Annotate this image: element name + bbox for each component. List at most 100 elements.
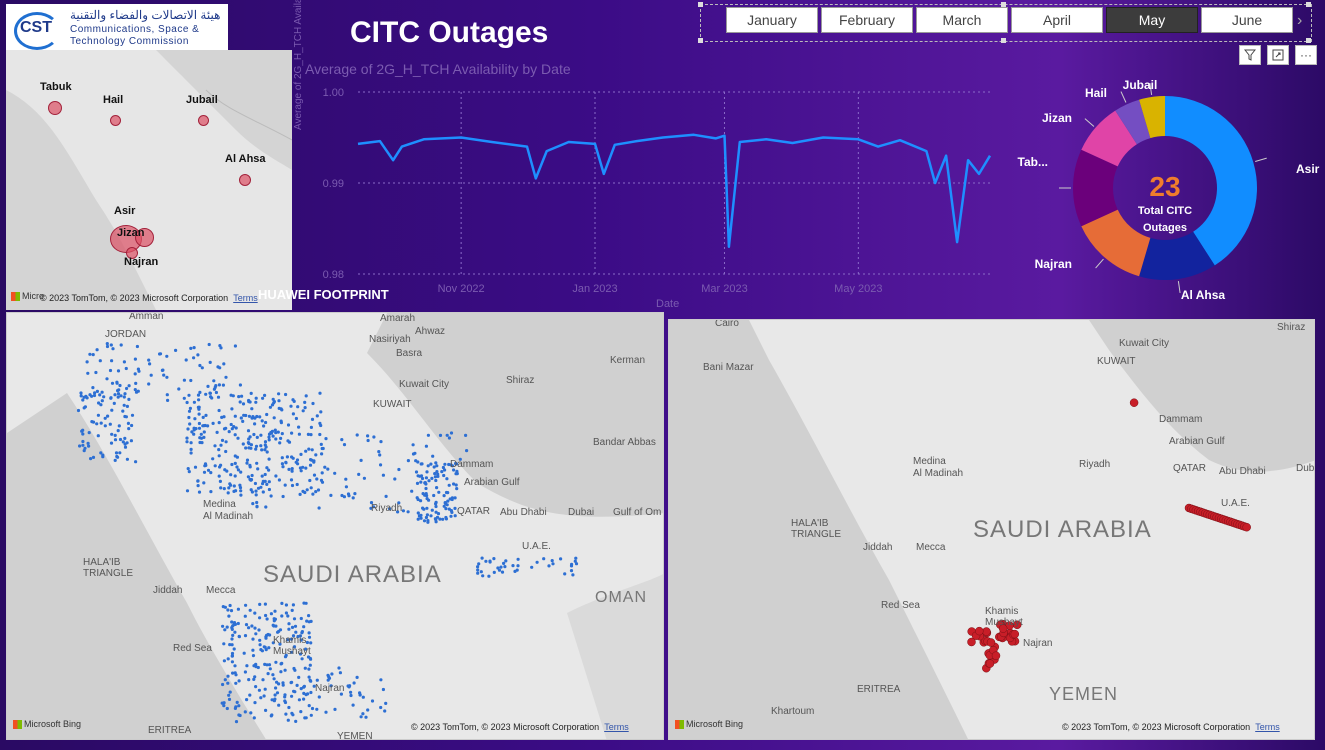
site-marker [79,394,83,398]
site-marker [250,473,254,478]
bubble-tabuk[interactable] [48,101,62,115]
site-marker [235,700,239,704]
site-marker [292,689,296,693]
site-marker [127,397,131,401]
site-marker [206,384,210,388]
site-marker [243,710,247,714]
site-marker [427,479,431,483]
site-marker [455,487,459,491]
month-february[interactable]: February [821,7,913,33]
site-marker [165,393,169,397]
outage-marker[interactable] [985,659,995,668]
site-marker [123,392,127,396]
outage-marker[interactable] [1242,522,1251,532]
site-marker [309,690,313,695]
site-marker [227,430,231,434]
terms-link[interactable]: Terms [1255,722,1280,732]
site-marker [484,559,488,563]
outage-marker[interactable] [1129,398,1139,407]
site-marker [279,421,283,425]
huawei-footprint-map[interactable]: SAUDI ARABIA Amman JORDAN Amarah Ahwaz N… [6,312,664,740]
site-marker [430,476,434,480]
site-marker [247,446,251,450]
site-marker [208,360,212,364]
bubble-al-ahsa[interactable] [239,174,251,186]
outages-donut-chart[interactable]: Asir Al Ahsa Najran Tab... Jizan Hail Jubail 23… [1010,72,1320,312]
terms-link[interactable]: Terms [233,293,258,303]
site-marker [253,611,257,615]
site-marker [225,706,229,711]
site-marker [182,378,186,382]
site-marker [207,342,211,347]
site-marker [188,406,192,410]
site-marker [116,455,120,459]
site-marker [211,457,215,461]
outage-marker[interactable] [975,626,984,636]
site-marker [245,458,250,462]
site-marker [379,705,383,710]
site-marker [214,390,218,395]
site-marker [209,471,213,475]
month-june[interactable]: June [1201,7,1293,33]
map-city-label: JORDAN [105,329,147,340]
site-marker [115,380,119,384]
site-marker [241,442,245,446]
site-marker [284,712,288,716]
month-january[interactable]: January [726,7,818,33]
outage-marker[interactable] [1010,629,1020,639]
filter-icon[interactable] [1239,45,1261,65]
outage-marker[interactable] [986,638,996,647]
site-marker [260,649,264,653]
site-marker [307,704,311,708]
site-marker [307,675,311,679]
site-marker [228,643,232,647]
site-marker [105,342,109,346]
outage-marker[interactable] [991,651,1001,660]
site-marker [327,675,331,679]
terms-link[interactable]: Terms [604,722,629,732]
outage-bubble-map[interactable]: Tabuk Hail Jubail Al Ahsa Asir Jizan Naj… [6,50,292,310]
site-marker [249,443,253,447]
map-city-label: Bandar Abbas [593,437,656,448]
site-marker [227,693,231,697]
site-marker [434,504,438,509]
site-marker [124,415,128,419]
availability-line-chart[interactable]: 1.00 0.99 0.98 Nov 2022 Jan 2023 Mar 2023 May … [300,56,1000,308]
month-april[interactable]: April [1011,7,1103,33]
site-marker [130,413,135,417]
site-marker [196,479,200,483]
site-marker [108,368,113,373]
focus-mode-icon[interactable] [1267,45,1289,65]
site-marker [269,494,273,498]
site-marker [442,473,446,478]
outage-marker[interactable] [982,627,991,636]
site-marker [303,406,307,410]
more-options-button[interactable]: ··· [1295,45,1317,65]
month-may[interactable]: May [1106,7,1198,33]
outage-marker[interactable] [967,637,976,647]
site-marker [299,452,303,456]
outage-locations-map[interactable]: SAUDI ARABIA Cairo Shiraz Kuwait City KU… [668,319,1315,740]
site-marker [424,444,428,448]
site-marker [250,624,254,628]
site-marker [340,438,344,442]
site-marker [230,637,234,641]
site-marker [261,678,265,682]
slicer-next-chevron-icon[interactable]: › [1297,12,1302,30]
site-marker [216,395,221,399]
site-marker [260,448,264,452]
site-marker [422,507,426,511]
month-march[interactable]: March [916,7,1008,33]
bubble-hail[interactable] [110,115,121,126]
map-city-label: Dammam [1159,414,1203,425]
site-marker [95,422,99,426]
bubble-jubail[interactable] [198,115,209,126]
site-marker [134,460,138,464]
site-marker [573,559,577,563]
site-marker [280,456,284,460]
site-marker [431,454,435,458]
site-marker [78,444,82,448]
site-marker [91,386,95,390]
site-marker [317,506,321,510]
site-marker [550,559,554,563]
